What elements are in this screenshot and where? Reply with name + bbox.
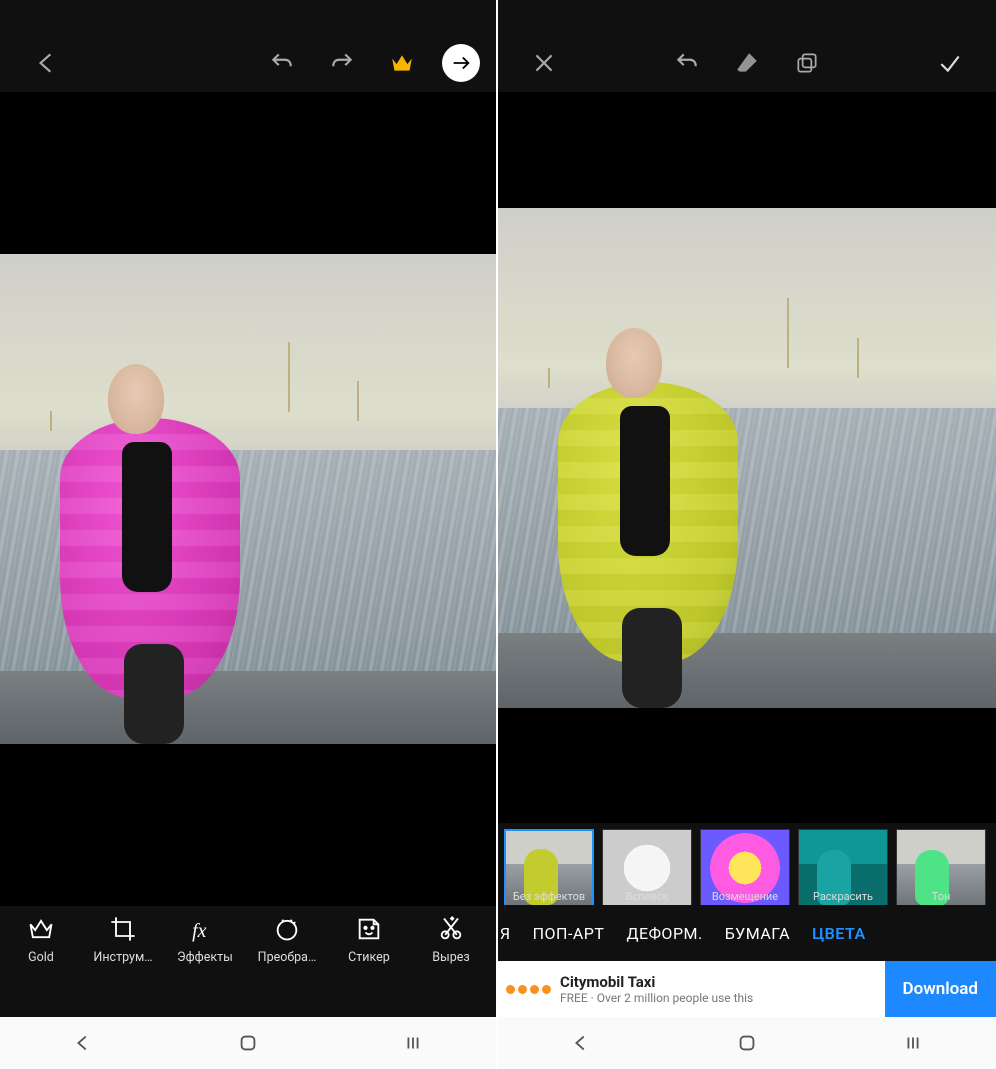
thumb-label: Раскрасить xyxy=(798,890,888,903)
effect-thumb-none[interactable]: Без эффектов xyxy=(504,829,594,903)
editor-main-panel: Gold Инструм… fx Эффекты Преобра… Стикер… xyxy=(0,0,498,1069)
ad-subtitle: FREE · Over 2 million people use this xyxy=(560,991,885,1005)
next-button[interactable] xyxy=(442,44,480,82)
eraser-button[interactable] xyxy=(729,45,765,81)
tool-sticker[interactable]: Стикер xyxy=(328,914,410,965)
tool-instruments[interactable]: Инструм… xyxy=(82,914,164,965)
nav-back-button[interactable] xyxy=(58,1032,108,1054)
back-button[interactable] xyxy=(28,45,64,81)
category-tab[interactable]: ИЯ xyxy=(498,924,511,943)
nav-recents-button[interactable] xyxy=(388,1032,438,1054)
ad-banner[interactable]: Citymobil Taxi FREE · Over 2 million peo… xyxy=(498,961,996,1017)
status-bar xyxy=(498,0,996,34)
image-canvas[interactable] xyxy=(498,92,996,823)
ad-app-icon xyxy=(504,965,552,1013)
edited-photo xyxy=(0,254,496,744)
nav-home-button[interactable] xyxy=(722,1032,772,1054)
nav-home-button[interactable] xyxy=(223,1032,273,1054)
effect-thumb-replace[interactable]: Возмещение xyxy=(700,829,790,903)
fx-icon: fx xyxy=(190,914,220,944)
crown-icon xyxy=(26,914,56,944)
ad-download-button[interactable]: Download xyxy=(885,961,996,1017)
cutout-icon xyxy=(436,914,466,944)
apply-checkmark-button[interactable] xyxy=(932,45,968,81)
tool-text[interactable]: Те xyxy=(492,914,496,965)
tool-beautify[interactable]: Преобра… xyxy=(246,914,328,965)
thumb-label: Возмещение xyxy=(700,890,790,903)
top-toolbar xyxy=(0,34,496,92)
ad-title: Citymobil Taxi xyxy=(560,973,885,991)
crop-icon xyxy=(108,914,138,944)
beautify-icon xyxy=(272,914,302,944)
tool-label: Gold xyxy=(28,950,54,965)
layers-button[interactable] xyxy=(789,45,825,81)
redo-button[interactable] xyxy=(324,45,360,81)
effect-thumb-splash[interactable]: Всплеск xyxy=(602,829,692,903)
tool-label: Преобра… xyxy=(258,950,317,965)
tool-label: Инструм… xyxy=(93,950,152,965)
tool-cutout[interactable]: Вырез xyxy=(410,914,492,965)
spacer xyxy=(0,969,496,1017)
nav-back-button[interactable] xyxy=(556,1032,606,1054)
image-canvas[interactable] xyxy=(0,92,496,906)
undo-button[interactable] xyxy=(669,45,705,81)
category-tab-distort[interactable]: ДЕФОРМ. xyxy=(626,924,702,943)
effect-category-tabs: ИЯ ПОП-АРТ ДЕФОРМ. БУМАГА ЦВЕТА xyxy=(498,905,996,961)
thumb-label: Тон xyxy=(896,890,986,903)
category-tab-colors[interactable]: ЦВЕТА xyxy=(812,924,866,943)
undo-button[interactable] xyxy=(264,45,300,81)
effect-thumb-tone[interactable]: Тон xyxy=(896,829,986,903)
effect-thumb-colorize[interactable]: Раскрасить xyxy=(798,829,888,903)
tool-label: Вырез xyxy=(432,950,470,965)
status-bar xyxy=(0,0,496,34)
top-toolbar xyxy=(498,34,996,92)
svg-text:fx: fx xyxy=(192,920,207,942)
ad-text: Citymobil Taxi FREE · Over 2 million peo… xyxy=(552,973,885,1005)
category-tab-popart[interactable]: ПОП-АРТ xyxy=(533,924,605,943)
category-tab-paper[interactable]: БУМАГА xyxy=(725,924,790,943)
nav-recents-button[interactable] xyxy=(888,1032,938,1054)
premium-crown-icon[interactable] xyxy=(384,45,420,81)
system-nav-bar xyxy=(0,1017,496,1069)
close-button[interactable] xyxy=(526,45,562,81)
sticker-icon xyxy=(354,914,384,944)
effect-thumbnails: Без эффектов Всплеск Возмещение Раскраси… xyxy=(498,823,996,905)
tool-label: Стикер xyxy=(348,950,390,965)
editor-effects-panel: Без эффектов Всплеск Возмещение Раскраси… xyxy=(498,0,996,1069)
tool-gold[interactable]: Gold xyxy=(0,914,82,965)
thumb-label: Всплеск xyxy=(602,890,692,903)
thumb-label: Без эффектов xyxy=(504,890,594,903)
tool-label: Эффекты xyxy=(177,950,233,965)
system-nav-bar xyxy=(498,1017,996,1069)
edited-photo xyxy=(498,208,996,708)
bottom-tool-row: Gold Инструм… fx Эффекты Преобра… Стикер… xyxy=(0,906,496,969)
tool-effects[interactable]: fx Эффекты xyxy=(164,914,246,965)
